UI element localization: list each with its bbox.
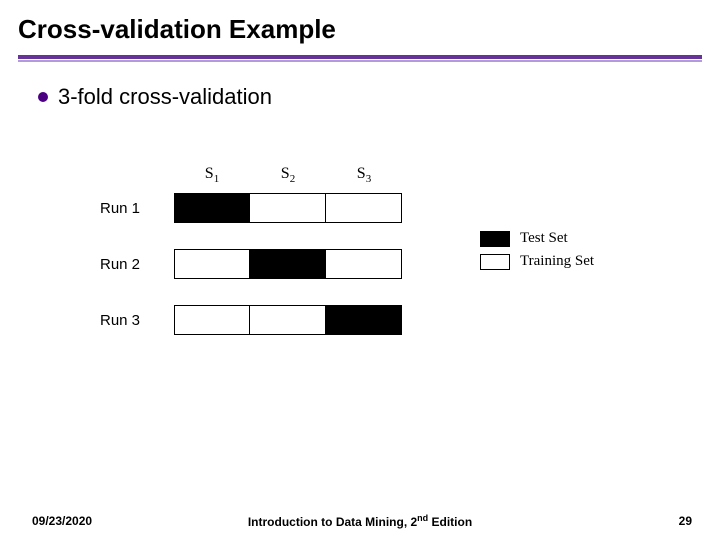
cell-train [174, 249, 250, 279]
run-row-3: Run 3 [100, 305, 620, 335]
run-label: Run 3 [100, 312, 174, 329]
cell-train [250, 305, 326, 335]
col-header-1: S1 [174, 165, 250, 185]
footer-center: Introduction to Data Mining, 2nd Edition [248, 513, 472, 529]
bullet-text: 3-fold cross-validation [58, 84, 272, 110]
run-row-1: Run 1 [100, 193, 620, 223]
cell-train [174, 305, 250, 335]
legend: Test Set Training Set [480, 230, 594, 276]
cell-test [326, 305, 402, 335]
col-header-3: S3 [326, 165, 402, 185]
cell-train [326, 249, 402, 279]
legend-item-test: Test Set [480, 230, 594, 247]
legend-swatch-train [480, 254, 510, 270]
cell-test [250, 249, 326, 279]
cell-train [326, 193, 402, 223]
run-label: Run 2 [100, 256, 174, 273]
legend-swatch-test [480, 231, 510, 247]
bullet-dot-icon [38, 92, 48, 102]
column-headers: S1 S2 S3 [174, 165, 620, 185]
cell-train [250, 193, 326, 223]
footer-page-number: 29 [679, 514, 692, 528]
footer-date: 09/23/2020 [32, 514, 92, 528]
bullet-item: 3-fold cross-validation [38, 84, 720, 110]
title-rule-light [18, 60, 702, 62]
legend-item-train: Training Set [480, 253, 594, 270]
title-rule-dark [18, 55, 702, 59]
slide-title: Cross-validation Example [0, 0, 720, 55]
cell-test [174, 193, 250, 223]
run-label: Run 1 [100, 200, 174, 217]
footer: 09/23/2020 Introduction to Data Mining, … [0, 514, 720, 528]
legend-text-train: Training Set [520, 253, 594, 270]
legend-text-test: Test Set [520, 230, 568, 247]
col-header-2: S2 [250, 165, 326, 185]
